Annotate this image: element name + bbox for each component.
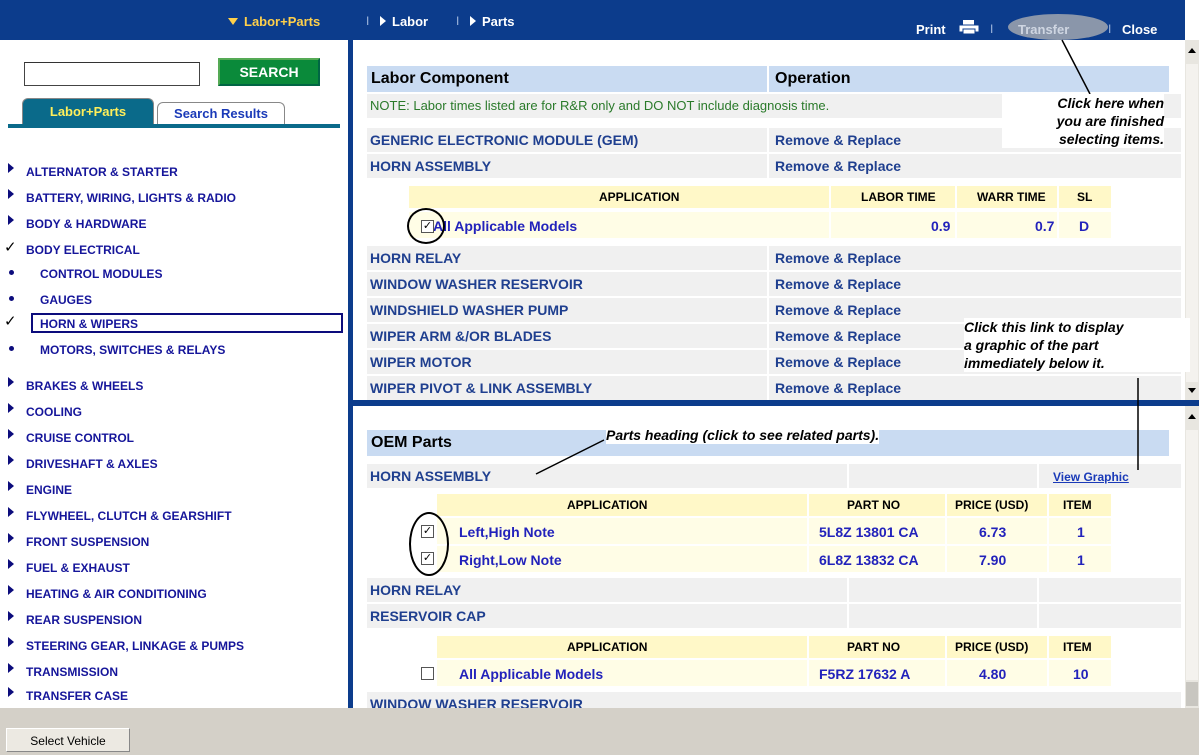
- callout-line: a graphic of the part: [964, 337, 1099, 353]
- graphic-callout: Click this link to display a graphic of …: [964, 318, 1190, 372]
- callout-line: Click this link to display: [964, 319, 1124, 335]
- bottom-bar: Select Vehicle: [0, 708, 1199, 755]
- transfer-callout: Click here when you are finished selecti…: [1002, 94, 1164, 148]
- select-vehicle-button[interactable]: Select Vehicle: [6, 728, 130, 752]
- callout-line: you are finished: [1056, 113, 1164, 129]
- callout-line: immediately below it.: [964, 355, 1105, 371]
- callout-line: selecting items.: [1058, 131, 1164, 147]
- parts-heading-callout: Parts heading (click to see related part…: [606, 426, 880, 444]
- callout-line: Click here when: [1057, 95, 1164, 111]
